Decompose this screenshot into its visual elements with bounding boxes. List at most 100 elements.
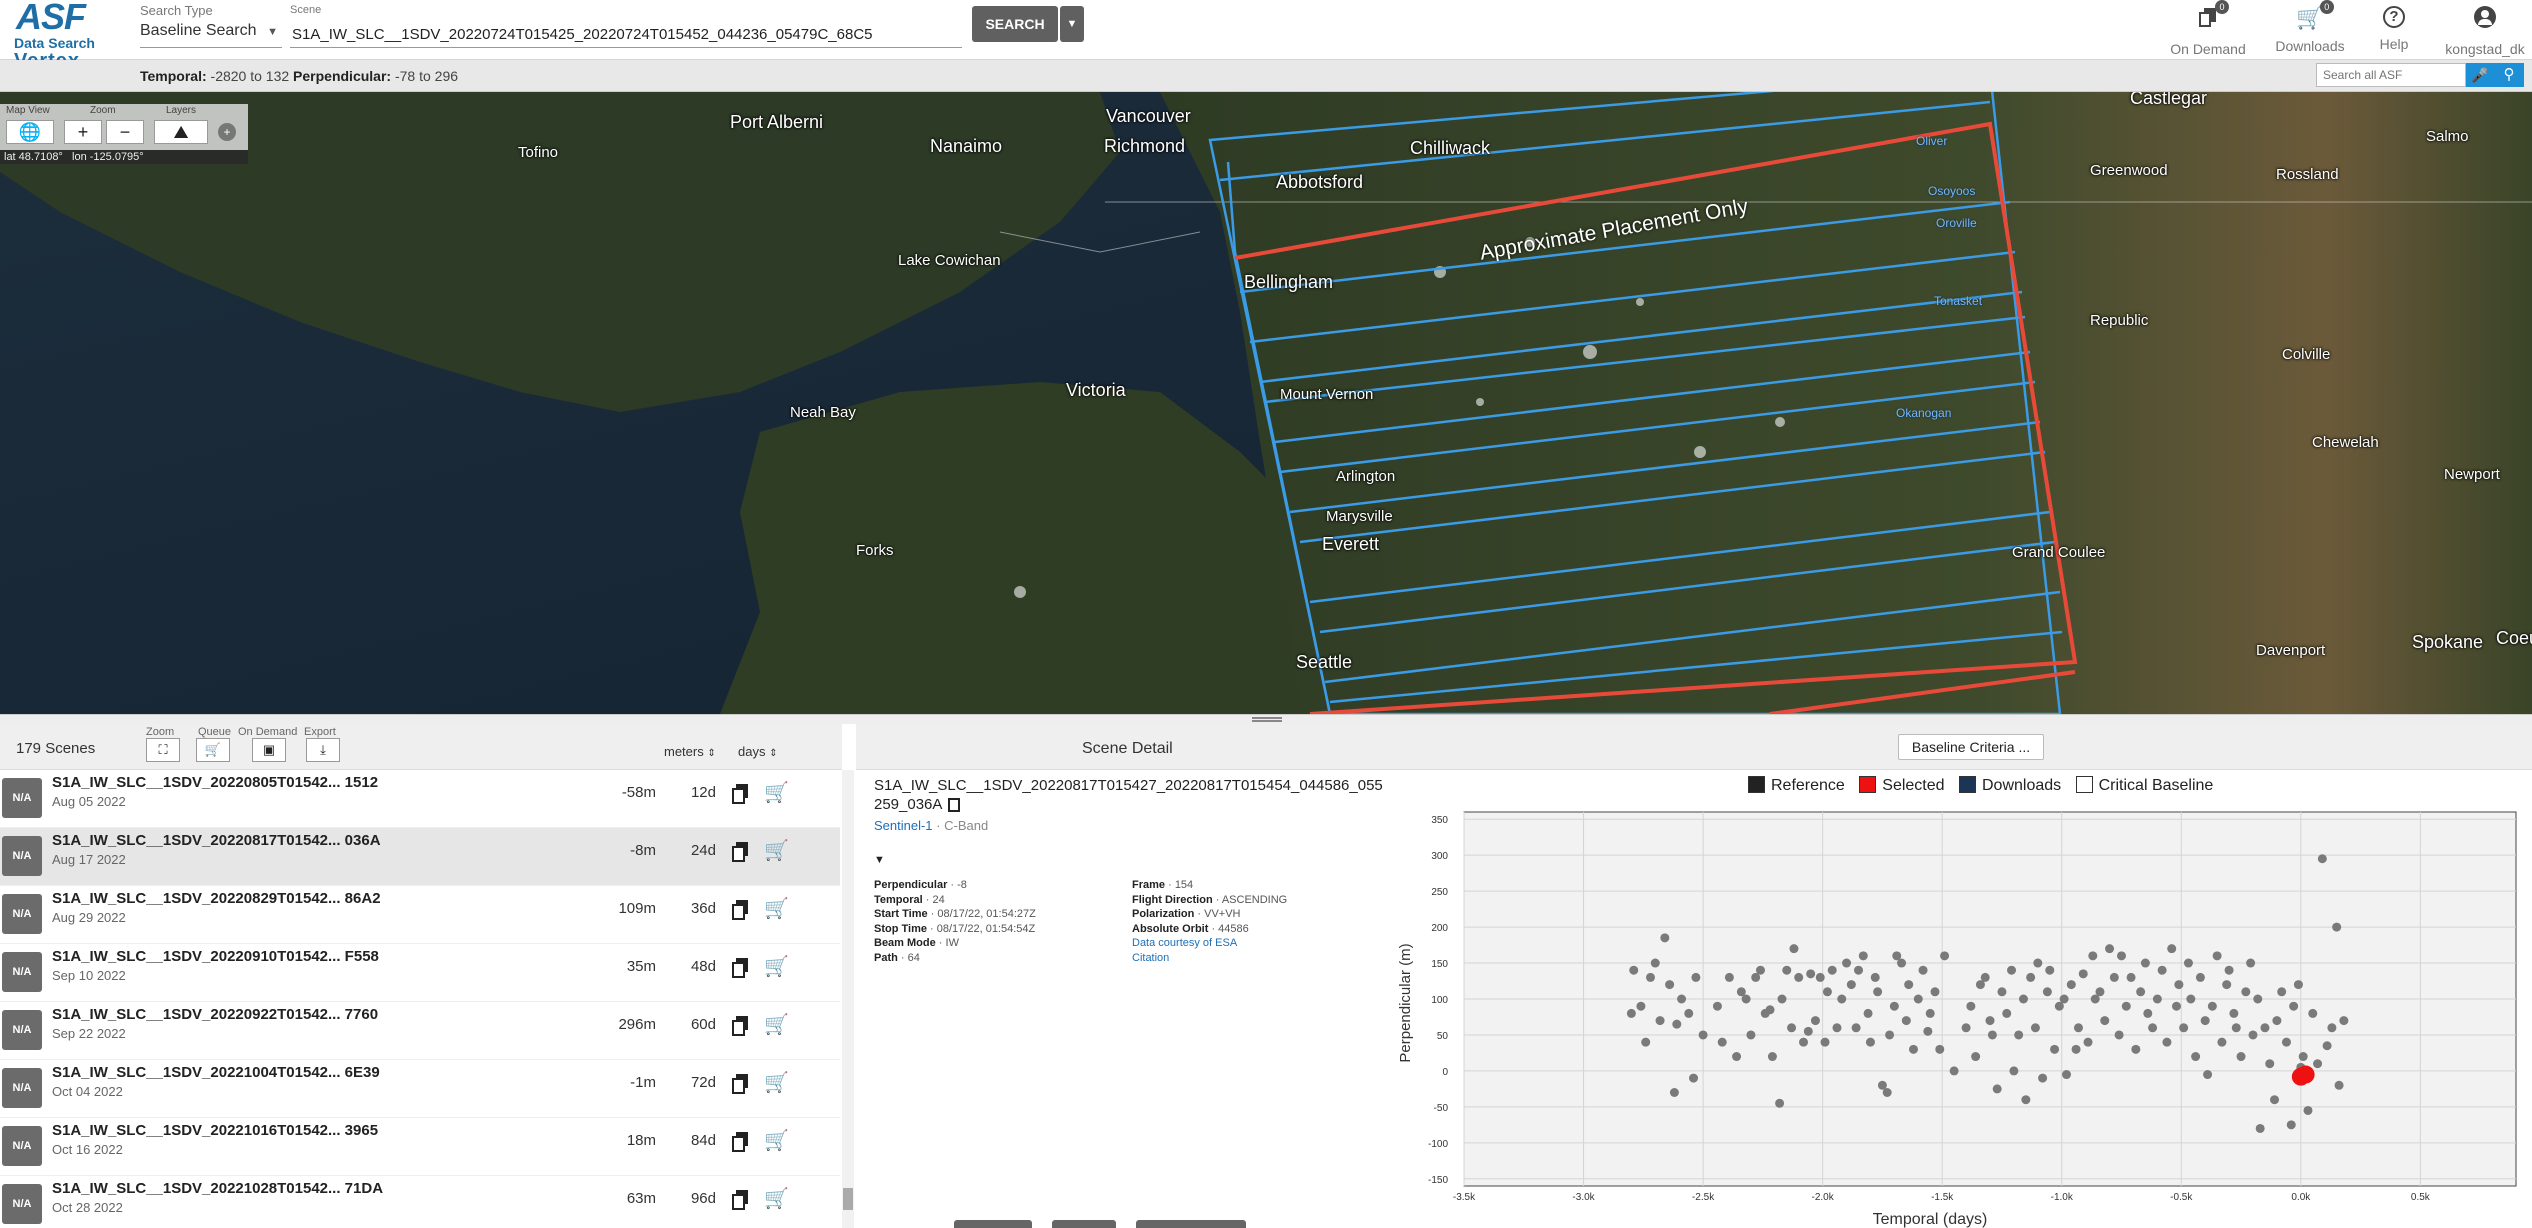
add-to-cart-icon[interactable]: 🛒 (764, 1070, 789, 1095)
on-demand-icon[interactable] (732, 1014, 752, 1036)
copy-icon[interactable] (948, 798, 961, 813)
scene-detail-title: Scene Detail (1082, 740, 1173, 757)
on-demand-icon[interactable] (732, 1188, 752, 1210)
results-scrollbar[interactable] (842, 770, 854, 1228)
detail-action-button[interactable] (1136, 1220, 1246, 1228)
downloads-button[interactable]: 🛒 0 Downloads (2270, 0, 2350, 54)
expand-triangle-icon[interactable]: ▼ (874, 854, 885, 866)
map-view-button[interactable]: 🌐 (6, 120, 54, 144)
scene-data-point (2078, 969, 2088, 979)
citation-link[interactable]: Citation (1132, 952, 1169, 964)
baseline-scatter-chart[interactable]: -3.5k -3.0k -2.5k -2.0k -1.5k -1.0k -0.5k 0.0k 0… (1396, 800, 2532, 1228)
asf-vertex-logo[interactable]: ASF Data Search Vertex (8, 0, 118, 72)
add-to-cart-icon[interactable]: 🛒 (764, 896, 789, 921)
detail-action-button[interactable] (1052, 1220, 1116, 1228)
layers-button[interactable]: ⛰ (154, 120, 208, 144)
on-demand-button[interactable]: 0 On Demand (2168, 0, 2248, 57)
criteria-summary[interactable]: Temporal: -2820 to 132 Perpendicular: -7… (140, 68, 458, 84)
scene-data-point (2224, 965, 2234, 975)
add-to-cart-icon[interactable]: 🛒 (764, 1012, 789, 1037)
add-to-cart-icon[interactable]: 🛒 (764, 1186, 789, 1211)
on-demand-icon[interactable] (732, 898, 752, 920)
scene-data-point (2248, 1030, 2258, 1040)
scene-input[interactable] (290, 22, 962, 48)
map-view-label: Map View (6, 105, 50, 116)
global-search-input[interactable] (2316, 63, 2466, 87)
add-to-cart-icon[interactable]: 🛒 (764, 1128, 789, 1153)
detail-action-button[interactable] (954, 1220, 1032, 1228)
on-demand-icon[interactable] (732, 840, 752, 862)
map-label: Davenport (2256, 642, 2326, 659)
days-sort-label: days (738, 744, 766, 759)
esa-courtesy-link[interactable]: Data courtesy of ESA (1132, 937, 1237, 949)
scene-list-row[interactable]: N/A S1A_IW_SLC__1SDV_20221016T01542... 39… (0, 1118, 840, 1176)
add-to-cart-icon[interactable]: 🛒 (764, 838, 789, 863)
scene-thumbnail[interactable]: N/A (2, 1184, 42, 1224)
scene-data-point (1698, 1030, 1708, 1040)
scene-list-row[interactable]: N/A S1A_IW_SLC__1SDV_20220805T01542... 15… (0, 770, 840, 828)
scene-data-point (2045, 965, 2055, 975)
app-header: ASF Data Search Vertex Search Type Basel… (0, 0, 2532, 72)
x-axis-label: Temporal (days) (1873, 1211, 1988, 1228)
y-tick-label: -100 (1428, 1139, 1448, 1150)
scene-list-row[interactable]: N/A S1A_IW_SLC__1SDV_20220922T01542... 77… (0, 1002, 840, 1060)
baseline-criteria-button[interactable]: Baseline Criteria ... (1898, 734, 2044, 760)
scene-data-point (2229, 1008, 2239, 1018)
scene-thumbnail[interactable]: N/A (2, 1010, 42, 1050)
scene-thumbnail[interactable]: N/A (2, 1126, 42, 1166)
scene-data-point (1889, 1001, 1899, 1011)
sort-meters-button[interactable]: meters ⇕ (664, 744, 716, 759)
export-button[interactable]: ⤓ (306, 738, 340, 762)
search-options-dropdown[interactable]: ▼ (1060, 6, 1084, 42)
scene-list-row[interactable]: N/A S1A_IW_SLC__1SDV_20220817T01542... 03… (0, 828, 840, 886)
scene-row-temporal: 72d (690, 1074, 716, 1091)
scene-thumbnail[interactable]: N/A (2, 836, 42, 876)
scene-thumbnail[interactable]: N/A (2, 952, 42, 992)
map-label: Tofino (518, 144, 559, 161)
map-options-button[interactable]: + (218, 123, 236, 141)
queue-all-button[interactable]: 🛒 (196, 738, 230, 762)
scene-thumbnail[interactable]: N/A (2, 778, 42, 818)
scene-list-row[interactable]: N/A S1A_IW_SLC__1SDV_20220910T01542... F5… (0, 944, 840, 1002)
search-type-select[interactable]: Baseline Search ▼ (140, 22, 282, 48)
scene-list-row[interactable]: N/A S1A_IW_SLC__1SDV_20221028T01542... 71… (0, 1176, 840, 1228)
results-scrollbar-thumb[interactable] (843, 1188, 853, 1210)
zoom-to-results-button[interactable]: ⛶ (146, 738, 180, 762)
on-demand-all-button[interactable]: ▣ (252, 738, 286, 762)
metadata-key: Absolute Orbit (1132, 922, 1209, 935)
on-demand-icon[interactable] (732, 956, 752, 978)
add-to-cart-icon[interactable]: 🛒 (764, 780, 789, 805)
map-label: Newport (2444, 466, 2500, 483)
panel-resize-handle[interactable] (0, 714, 2532, 724)
layers-label: Layers (166, 105, 197, 116)
map-label: Victoria (1066, 380, 1126, 400)
on-demand-icon[interactable] (732, 1072, 752, 1094)
scene-thumbnail[interactable]: N/A (2, 1068, 42, 1108)
band-label: C-Band (944, 818, 989, 833)
help-button[interactable]: ? Help (2354, 6, 2434, 52)
scene-list-row[interactable]: N/A S1A_IW_SLC__1SDV_20220829T01542... 86… (0, 886, 840, 944)
sort-days-button[interactable]: days ⇕ (738, 744, 777, 759)
scene-row-date: Oct 16 2022 (52, 1142, 123, 1157)
zoom-out-button[interactable]: − (106, 120, 144, 144)
on-demand-icon[interactable] (732, 782, 752, 804)
scene-row-temporal: 12d (690, 784, 716, 801)
zoom-in-button[interactable]: + (64, 120, 102, 144)
y-tick-label: 50 (1437, 1031, 1449, 1042)
add-to-cart-icon[interactable]: 🛒 (764, 954, 789, 979)
map-view[interactable]: Approximate Placement Only Vancouver Ric… (0, 92, 2532, 714)
voice-search-button[interactable]: 🎤 (2466, 63, 2494, 87)
platform-link[interactable]: Sentinel-1 (874, 818, 933, 833)
scene-list-row[interactable]: N/A S1A_IW_SLC__1SDV_20221004T01542... 6E… (0, 1060, 840, 1118)
scene-row-temporal: 36d (690, 900, 716, 917)
x-tick-label: -1.0k (2051, 1192, 2074, 1203)
global-search-button[interactable]: ⚲ (2494, 63, 2524, 87)
on-demand-icon[interactable] (732, 1130, 752, 1152)
map-label: Forks (856, 542, 894, 559)
scene-data-point (1732, 1052, 1742, 1062)
user-account-button[interactable]: kongstad_dk (2438, 6, 2532, 57)
scene-data-point (2073, 1023, 2083, 1033)
search-button[interactable]: SEARCH (972, 6, 1058, 42)
scene-name: S1A_IW_SLC__1SDV_20220817T015427_2022081… (874, 776, 1384, 814)
scene-thumbnail[interactable]: N/A (2, 894, 42, 934)
